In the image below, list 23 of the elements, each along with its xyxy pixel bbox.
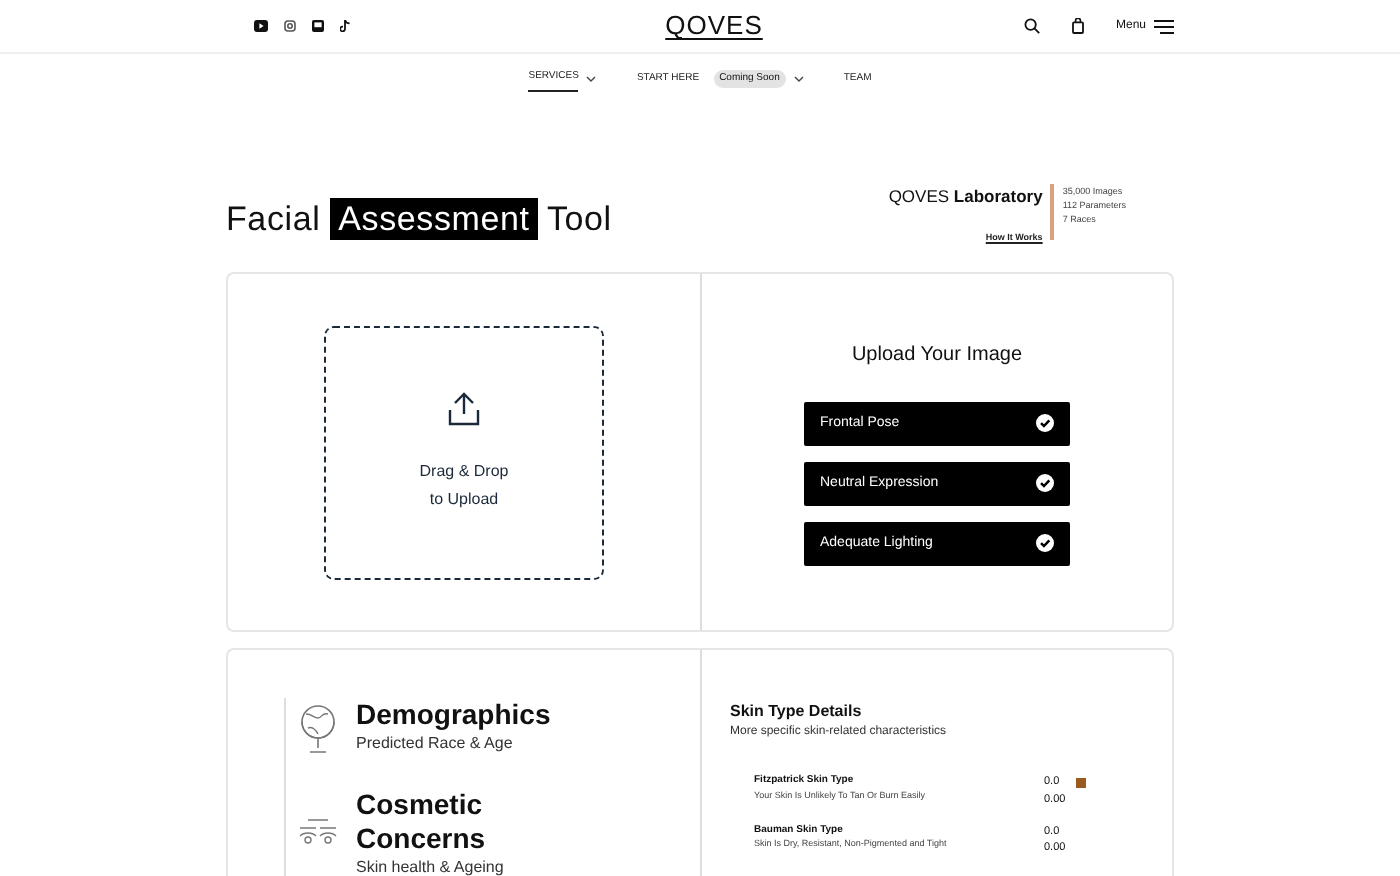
music-note-icon[interactable] — [340, 20, 350, 32]
menu-icon[interactable] — [1154, 19, 1174, 33]
square-logo-icon[interactable] — [312, 20, 324, 32]
search-icon[interactable] — [1023, 18, 1040, 34]
page-title: Facial Assessment Tool — [226, 196, 612, 245]
drop-zone[interactable]: Drag & Drop to Upload — [324, 325, 604, 580]
category-title: Demographics — [356, 698, 551, 733]
drop-text: to Upload — [429, 487, 499, 512]
chevron-down-icon[interactable] — [586, 75, 597, 82]
upload-icon — [448, 391, 480, 426]
upload-heading: Upload Your Image — [851, 341, 1023, 370]
lab-name: QOVES Laboratory — [888, 183, 1043, 209]
video-play-icon[interactable] — [254, 20, 268, 32]
category-subtitle: Skin health & Ageing — [356, 856, 506, 876]
section-heading: Skin Type Details — [730, 700, 864, 725]
drop-text: Drag & Drop — [419, 459, 509, 484]
globe-icon — [296, 699, 340, 756]
shopping-bag-icon[interactable] — [1071, 18, 1084, 34]
category-subtitle: Predicted Race & Age — [356, 732, 515, 757]
camera-icon[interactable] — [284, 20, 296, 32]
chevron-down-icon[interactable] — [793, 75, 804, 82]
category-title: Cosmetic Concerns — [356, 788, 488, 857]
brand-logo[interactable]: QOVES — [665, 6, 763, 46]
